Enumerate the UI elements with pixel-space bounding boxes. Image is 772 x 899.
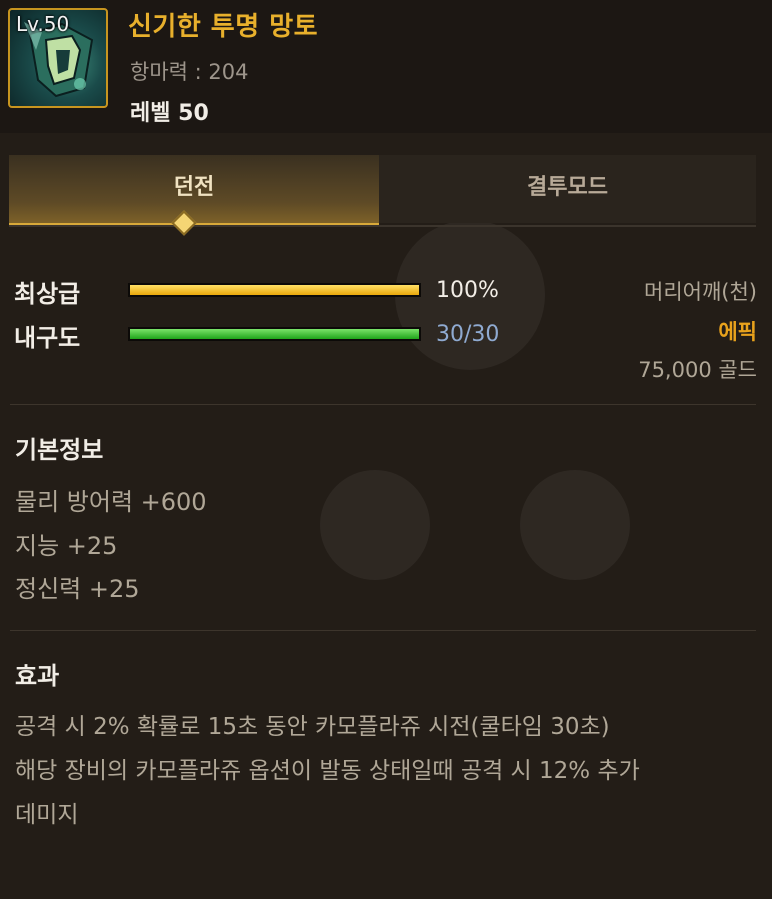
effect-line: 공격 시 2% 확률로 15초 동안 카모플라쥬 시전(쿨타임 30초)	[15, 714, 610, 740]
effect-line: 데미지	[15, 802, 79, 828]
durability-label: 내구도	[14, 324, 81, 352]
basic-info-title: 기본정보	[15, 436, 104, 464]
rarity-label: 에픽	[718, 320, 757, 344]
grade-label: 최상급	[14, 280, 81, 308]
durability-bar-fill	[130, 329, 419, 339]
effect-line: 해당 장비의 카모플라쥬 옵션이 발동 상태일때 공격 시 12% 추가	[15, 758, 640, 784]
grade-bar-fill	[130, 285, 419, 295]
item-header: Lv.50 신기한 투명 망토 항마력 : 204 레벨 50	[0, 0, 772, 133]
item-name: 신기한 투명 망토	[128, 12, 319, 42]
durability-value: 30/30	[436, 322, 500, 347]
price-label: 75,000 골드	[638, 358, 757, 382]
tab-dungeon[interactable]: 던전	[9, 155, 379, 225]
durability-bar	[128, 327, 421, 341]
basic-info-line: 물리 방어력 +600	[15, 488, 207, 516]
grade-value: 100%	[436, 278, 499, 303]
item-power: 항마력 : 204	[130, 60, 249, 84]
divider	[10, 404, 756, 405]
mode-tabs: 던전 결투모드	[9, 155, 756, 227]
divider	[10, 630, 756, 631]
grade-bar	[128, 283, 421, 297]
item-level: 레벨 50	[130, 101, 209, 126]
level-badge: Lv.50	[16, 12, 70, 36]
basic-info-line: 정신력 +25	[15, 575, 140, 603]
basic-info-line: 지능 +25	[15, 532, 118, 560]
background-emblem	[320, 470, 430, 580]
equip-slot: 머리어깨(천)	[644, 280, 757, 304]
tab-duel-mode[interactable]: 결투모드	[379, 155, 756, 223]
effect-title: 효과	[15, 662, 60, 690]
cloak-item-icon: Lv.50	[8, 8, 108, 108]
background-emblem	[520, 470, 630, 580]
